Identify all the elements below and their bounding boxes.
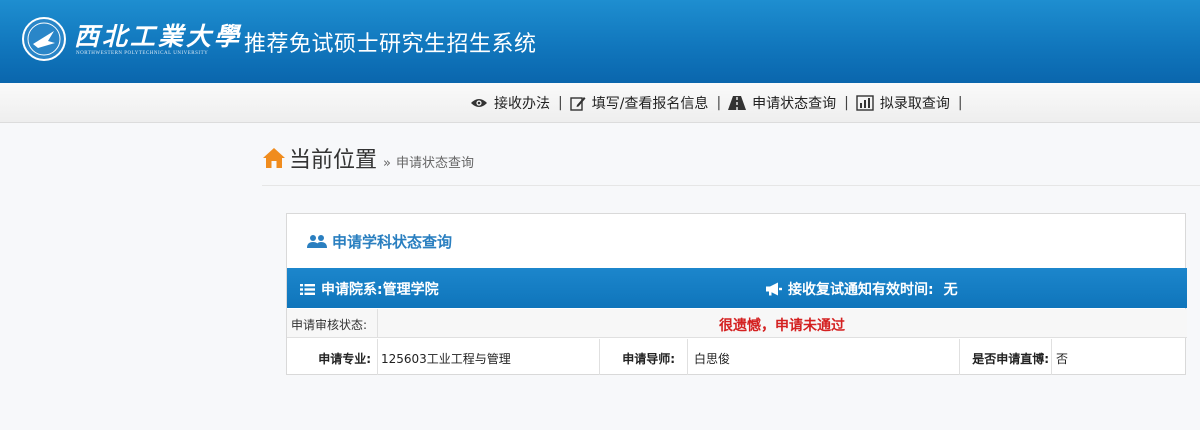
breadcrumb-divider	[262, 185, 1200, 186]
review-status-row: 申请审核状态: 很遗憾，申请未通过	[287, 309, 1187, 338]
review-status-label: 申请审核状态:	[291, 318, 368, 332]
breadcrumb-title: 当前位置	[289, 148, 378, 173]
department-value: 管理学院	[382, 282, 439, 298]
phd-value: 否	[1056, 352, 1069, 366]
cell-divider	[959, 339, 960, 375]
university-english-name: NORTHWESTERN POLYTECHNICAL UNIVERSITY	[76, 51, 209, 56]
university-seal-icon	[22, 17, 66, 61]
panel-title: 申请学科状态查询	[307, 231, 452, 252]
cell-divider	[687, 339, 688, 375]
nav-separator: |	[558, 95, 563, 111]
notice-info: 接收复试通知有效时间: 无	[765, 279, 958, 299]
road-icon	[728, 96, 747, 110]
system-title: 推荐免试硕士研究生招生系统	[244, 32, 537, 57]
notice-label: 接收复试通知有效时间:	[788, 282, 934, 298]
advisor-label: 申请导师:	[622, 352, 675, 366]
notice-value: 无	[943, 282, 958, 298]
major-label: 申请专业:	[318, 352, 371, 366]
users-icon	[307, 234, 327, 250]
nav-item-application-status[interactable]: 申请状态查询	[728, 93, 836, 113]
panel-title-text: 申请学科状态查询	[332, 233, 453, 251]
cell-divider	[599, 339, 600, 375]
home-icon[interactable]	[262, 147, 286, 173]
university-logo-text[interactable]: 西北工業大學	[74, 17, 242, 53]
nav-separator: |	[957, 95, 963, 111]
edit-icon	[570, 95, 586, 111]
nav-label: 接收办法	[494, 96, 550, 112]
nav-separator: |	[844, 95, 849, 111]
application-info-row: 申请专业: 125603工业工程与管理 申请导师: 白思俊 是否申请直博: 否	[287, 339, 1187, 375]
department-bar: 申请院系: 管理学院 接收复试通知有效时间: 无	[287, 268, 1187, 308]
bar-chart-icon	[856, 95, 874, 111]
bullhorn-icon	[765, 282, 782, 296]
review-status-value: 很遗憾，申请未通过	[719, 318, 845, 334]
nav-item-fill-view-application[interactable]: 填写/查看报名信息	[570, 93, 709, 113]
nav-label: 填写/查看报名信息	[591, 96, 709, 112]
nav-item-admission-query[interactable]: 拟录取查询	[856, 93, 950, 113]
breadcrumb: 当前位置 » 申请状态查询	[262, 142, 474, 174]
department-info: 申请院系: 管理学院	[300, 279, 439, 299]
nav-label: 拟录取查询	[879, 96, 950, 112]
top-nav: 接收办法 | 填写/查看报名信息 | 申请状态查询 | 拟录取查询 |	[0, 83, 1200, 123]
nav-separator: |	[716, 95, 722, 111]
cell-divider	[377, 339, 378, 375]
major-value: 125603工业工程与管理	[381, 352, 511, 366]
breadcrumb-current: 申请状态查询	[395, 156, 474, 171]
breadcrumb-arrow: »	[383, 156, 391, 171]
list-icon	[300, 283, 315, 296]
eye-icon	[470, 97, 488, 109]
advisor-value: 白思俊	[694, 352, 731, 366]
cell-divider	[1051, 339, 1052, 375]
nav-label: 申请状态查询	[752, 96, 837, 112]
status-panel: 申请学科状态查询 申请院系: 管理学院 接收复试通知有效时间: 无 申请审核状态…	[286, 213, 1187, 375]
phd-label: 是否申请直博:	[972, 352, 1049, 366]
nav-item-acceptance-method[interactable]: 接收办法	[470, 93, 550, 113]
site-header: 西北工業大學 NORTHWESTERN POLYTECHNICAL UNIVER…	[0, 0, 1200, 83]
department-label: 申请院系:	[321, 282, 383, 298]
